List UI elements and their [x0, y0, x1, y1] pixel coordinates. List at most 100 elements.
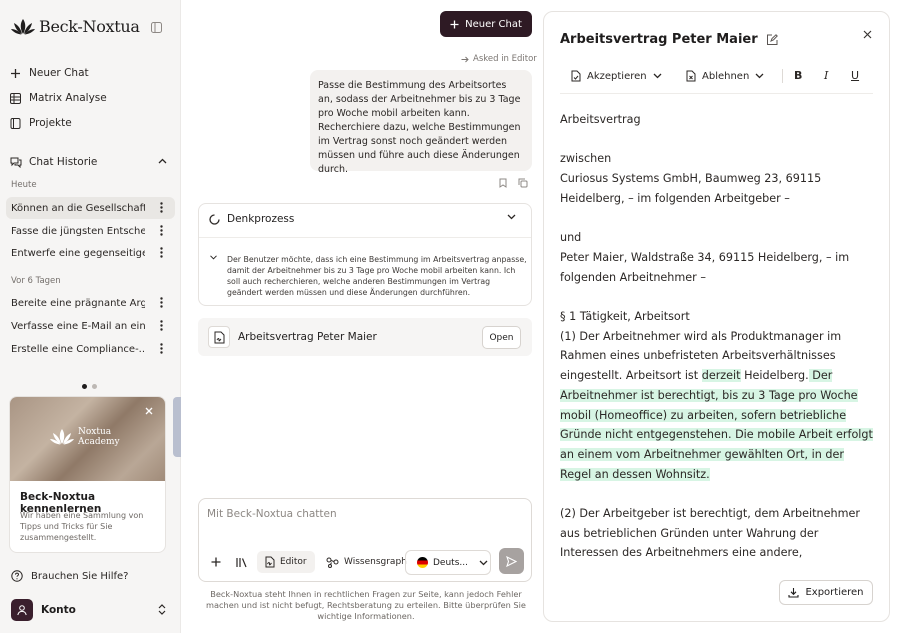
edit-icon[interactable]: [766, 33, 778, 46]
add-attachment-button[interactable]: [211, 551, 221, 573]
account-menu[interactable]: Konto: [11, 599, 76, 621]
document-body[interactable]: Arbeitsvertrag zwischen Curiosus Systems…: [560, 110, 876, 566]
more-vertical-icon[interactable]: [160, 343, 163, 354]
document-check-icon: [571, 70, 581, 82]
more-vertical-icon[interactable]: [160, 202, 163, 213]
promo-card[interactable]: Noxtua Academy Beck-Noxtua kennenlernen W…: [9, 396, 166, 553]
reject-changes-button[interactable]: Ablehnen: [686, 68, 764, 84]
doc-heading: Arbeitsvertrag: [560, 113, 641, 126]
export-button[interactable]: Exportieren: [779, 580, 873, 605]
graph-icon: [326, 557, 339, 568]
copy-icon[interactable]: [518, 178, 528, 188]
bold-button[interactable]: B: [794, 69, 802, 82]
brand-logo[interactable]: Beck-Noxtua: [11, 17, 140, 36]
academy-line-2: Academy: [78, 437, 120, 447]
nav-label: Matrix Analyse: [29, 92, 107, 104]
editor-title-row: Arbeitsvertrag Peter Maier: [560, 32, 778, 47]
doc-and: und: [560, 231, 582, 245]
close-icon[interactable]: [863, 30, 872, 39]
next-promo-card-peek[interactable]: [173, 397, 181, 457]
doc-clause-2: (2) Der Arbeitgeber ist berechtigt, dem …: [560, 507, 860, 560]
nav-label: Neuer Chat: [29, 67, 89, 79]
language-select[interactable]: Deuts...: [405, 550, 491, 575]
history-item[interactable]: Erstelle eine Compliance-...: [6, 338, 175, 360]
send-button[interactable]: [499, 548, 524, 574]
chevron-down-icon[interactable]: [210, 255, 217, 260]
help-label: Brauchen Sie Hilfe?: [31, 570, 129, 582]
disclaimer-text: Beck-Noxtua steht Ihnen in rechtlichen F…: [206, 589, 526, 621]
message-actions: [499, 178, 528, 188]
sidebar: Beck-Noxtua Neuer Chat Matrix Analyse Pr…: [0, 0, 181, 633]
new-chat-button[interactable]: Neuer Chat: [440, 11, 532, 37]
lotus-logo-icon: [50, 428, 74, 446]
document-x-icon: [686, 70, 696, 82]
chat-bubbles-icon: [10, 157, 22, 168]
more-vertical-icon[interactable]: [160, 320, 163, 331]
italic-button[interactable]: I: [824, 69, 828, 82]
clause-text: Heidelberg.: [740, 369, 809, 383]
editor-toggle-button[interactable]: Editor: [257, 551, 315, 573]
bookmark-icon[interactable]: [499, 178, 507, 188]
chat-history-header[interactable]: Chat Historie: [10, 156, 97, 168]
accept-label: Akzeptieren: [587, 70, 647, 82]
history-item-title: Verfasse eine E-Mail an ein...: [11, 320, 145, 332]
plus-icon: [10, 68, 21, 79]
thinking-panel: Denkprozess Der Benutzer möchte, dass ic…: [198, 203, 532, 306]
nav-new-chat[interactable]: Neuer Chat: [10, 62, 170, 84]
account-label: Konto: [41, 604, 76, 616]
history-item-title: Erstelle eine Compliance-...: [11, 343, 145, 355]
chat-input-box[interactable]: Mit Beck-Noxtua chatten Editor Wissensgr…: [198, 498, 532, 582]
help-circle-icon: [11, 570, 23, 582]
doc-party-employee: Peter Maier, Waldstraße 34, 69115 Heidel…: [560, 250, 850, 284]
loading-spinner-icon: [209, 213, 220, 225]
accept-changes-button[interactable]: Akzeptieren: [571, 68, 662, 84]
chevron-up-down-icon[interactable]: [158, 604, 166, 615]
history-item-title: Entwerfe eine gegenseitige...: [11, 247, 145, 259]
underline-button[interactable]: U: [851, 69, 859, 82]
document-editor-panel: Arbeitsvertrag Peter Maier Akzeptieren A…: [543, 11, 890, 622]
document-card[interactable]: Arbeitsvertrag Peter Maier Open: [198, 318, 532, 356]
thinking-text: Der Benutzer möchte, dass ich eine Besti…: [227, 255, 527, 297]
germany-flag-icon: [417, 557, 428, 568]
library-button[interactable]: [236, 551, 248, 573]
lotus-logo-icon: [11, 18, 35, 36]
history-item[interactable]: Fasse die jüngsten Entsche...: [6, 220, 175, 242]
chevron-up-icon[interactable]: [158, 158, 167, 164]
sidebar-collapse-icon[interactable]: [151, 22, 162, 33]
plus-icon: [211, 557, 221, 567]
carousel-dot[interactable]: [82, 384, 87, 389]
nav-projekte[interactable]: Projekte: [10, 112, 170, 134]
history-item-title: Fasse die jüngsten Entsche...: [11, 225, 145, 237]
more-vertical-icon[interactable]: [160, 297, 163, 308]
academy-line-1: Noxtua: [78, 427, 112, 437]
history-item[interactable]: Entwerfe eine gegenseitige...: [6, 242, 175, 264]
history-item[interactable]: Bereite eine prägnante Arg...: [6, 292, 175, 314]
export-label: Exportieren: [805, 587, 864, 598]
document-signature-icon: [208, 326, 230, 348]
language-value: Deuts...: [433, 557, 468, 568]
knowledge-graph-button[interactable]: Wissensgraph: [326, 551, 407, 573]
inserted-text-highlight[interactable]: derzeit: [701, 369, 741, 383]
more-vertical-icon[interactable]: [160, 247, 163, 258]
carousel-dot[interactable]: [92, 384, 97, 389]
help-link[interactable]: Brauchen Sie Hilfe?: [11, 570, 128, 582]
doc-party-employer: Curiosus Systems GmbH, Baumweg 23, 69115…: [560, 172, 822, 205]
asked-in-editor-label: Asked in Editor: [473, 54, 537, 64]
carousel-pagination: [82, 384, 97, 389]
close-icon[interactable]: [145, 407, 153, 415]
chat-history-title: Chat Historie: [29, 156, 98, 168]
history-item[interactable]: Verfasse eine E-Mail an ein...: [6, 315, 175, 337]
promo-description: Wir haben eine Sammlung von Tipps und Tr…: [20, 511, 144, 542]
thinking-header[interactable]: Denkprozess: [209, 213, 294, 225]
nav-matrix-analyse[interactable]: Matrix Analyse: [10, 87, 170, 109]
open-document-button[interactable]: Open: [482, 326, 521, 349]
new-chat-label: Neuer Chat: [465, 18, 522, 30]
chevron-down-icon: [755, 73, 764, 79]
history-item-title: Bereite eine prägnante Arg...: [11, 297, 145, 309]
history-item[interactable]: Können an die Gesellschaft...: [6, 197, 175, 219]
more-vertical-icon[interactable]: [160, 225, 163, 236]
chevron-down-icon[interactable]: [507, 214, 516, 220]
doc-clause-1: (1) Der Arbeitnehmer wird als Produktman…: [560, 327, 876, 485]
chat-input-placeholder[interactable]: Mit Beck-Noxtua chatten: [207, 508, 337, 520]
inserted-text-highlight[interactable]: Der Arbeitnehmer ist berechtigt, bis zu …: [560, 369, 873, 481]
